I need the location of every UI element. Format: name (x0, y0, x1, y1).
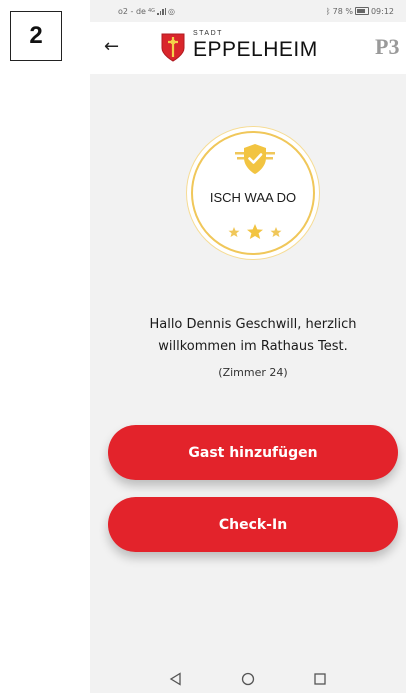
shield-check-icon (235, 144, 275, 174)
battery-percent: 78 % (332, 6, 353, 16)
bluetooth-icon: ᛒ (325, 6, 331, 16)
carrier-text: o2 - de (118, 6, 146, 16)
status-bar: o2 - de 4G ◎ ᛒ 78 % 09:12 (90, 0, 406, 22)
android-nav-bar (90, 665, 406, 693)
city-logo: STADT EPPELHEIM (193, 30, 318, 61)
network-tag: 4G (147, 8, 156, 14)
partner-logo: P3 (375, 34, 400, 59)
signal-icon (157, 7, 167, 15)
badge-text: ISCH WAA DO (209, 190, 297, 205)
clock-text: 09:12 (370, 6, 394, 16)
check-in-button[interactable]: Check-In (108, 497, 398, 552)
triangle-back-icon[interactable] (168, 671, 184, 687)
battery-icon (354, 7, 369, 15)
phone-screen: o2 - de 4G ◎ ᛒ 78 % 09:12 ← STADT EPPELH… (90, 0, 406, 693)
welcome-line-2: willkommen im Rathaus Test. (158, 339, 348, 354)
logo-name-text: EPPELHEIM (193, 38, 318, 61)
circle-home-icon[interactable] (240, 671, 256, 687)
whatsapp-icon: ◎ (168, 6, 176, 16)
step-number-label: 2 (10, 11, 62, 61)
welcome-message: Hallo Dennis Geschwill, herzlich willkom… (110, 314, 396, 358)
room-number: (Zimmer 24) (218, 366, 288, 379)
add-guest-button[interactable]: Gast hinzufügen (108, 425, 398, 480)
welcome-line-1: Hallo Dennis Geschwill, herzlich (149, 317, 357, 332)
isch-waa-do-badge: ISCH WAA DO (191, 131, 315, 255)
status-left: o2 - de 4G ◎ (118, 7, 175, 16)
status-right: ᛒ 78 % 09:12 (326, 7, 394, 16)
stars-icon (228, 224, 282, 239)
square-recents-icon[interactable] (312, 671, 328, 687)
eppelheim-crest-icon (161, 33, 185, 62)
app-header: ← STADT EPPELHEIM P3 (90, 22, 406, 74)
back-arrow-icon[interactable]: ← (104, 36, 119, 57)
